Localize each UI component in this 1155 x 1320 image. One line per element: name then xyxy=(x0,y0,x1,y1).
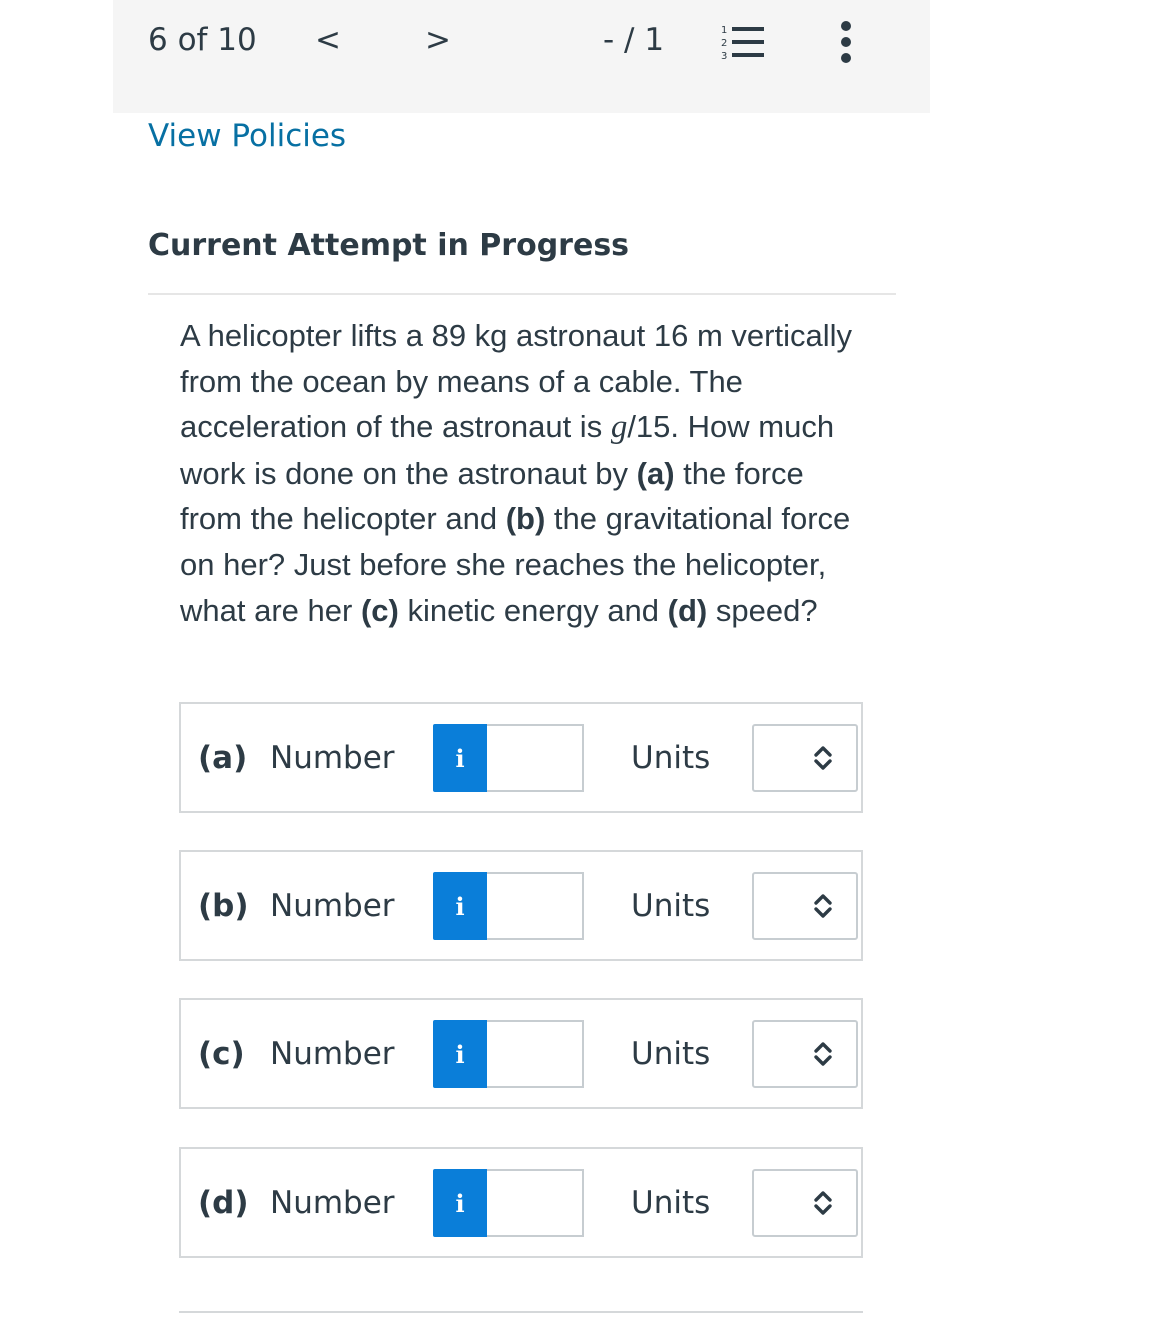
units-select[interactable] xyxy=(752,1169,858,1237)
number-input[interactable] xyxy=(487,1169,584,1237)
number-input[interactable] xyxy=(487,872,584,940)
question-toolbar: 6 of 10 < > - / 1 1 2 3 xyxy=(113,0,930,113)
answer-row-b: (b) Number i Units xyxy=(179,850,863,961)
previous-question-button[interactable]: < xyxy=(315,22,341,58)
number-input[interactable] xyxy=(487,1020,584,1088)
question-text: A helicopter lifts a 89 kg astronaut 16 … xyxy=(180,318,852,628)
divider xyxy=(148,293,896,295)
attempt-status: Current Attempt in Progress xyxy=(148,228,630,263)
part-label: (b) xyxy=(198,888,249,924)
number-input[interactable] xyxy=(487,724,584,792)
part-label: (a) xyxy=(198,740,248,776)
svg-text:1: 1 xyxy=(721,25,727,36)
view-policies-link[interactable]: View Policies xyxy=(148,118,346,154)
svg-text:2: 2 xyxy=(721,38,727,49)
next-section-edge xyxy=(179,1311,863,1320)
answer-row-d: (d) Number i Units xyxy=(179,1147,863,1258)
part-label: (c) xyxy=(198,1036,245,1072)
chevron-up-down-icon xyxy=(814,746,832,770)
answer-row-a: (a) Number i Units xyxy=(179,702,863,813)
units-label: Units xyxy=(631,740,711,776)
units-label: Units xyxy=(631,888,711,924)
answer-row-c: (c) Number i Units xyxy=(179,998,863,1109)
chevron-up-down-icon xyxy=(814,1191,832,1215)
chevron-up-down-icon xyxy=(814,894,832,918)
info-button[interactable]: i xyxy=(433,1169,487,1237)
question-score: - / 1 xyxy=(603,22,665,58)
number-label: Number xyxy=(270,888,395,924)
chevron-up-down-icon xyxy=(814,1042,832,1066)
svg-text:3: 3 xyxy=(721,51,727,62)
units-label: Units xyxy=(631,1036,711,1072)
units-select[interactable] xyxy=(752,872,858,940)
units-label: Units xyxy=(631,1185,711,1221)
info-button[interactable]: i xyxy=(433,872,487,940)
info-button[interactable]: i xyxy=(433,724,487,792)
info-button[interactable]: i xyxy=(433,1020,487,1088)
numbered-list-icon[interactable]: 1 2 3 xyxy=(720,22,766,62)
number-label: Number xyxy=(270,1185,395,1221)
number-label: Number xyxy=(270,1036,395,1072)
units-select[interactable] xyxy=(752,1020,858,1088)
next-question-button[interactable]: > xyxy=(425,22,451,58)
units-select[interactable] xyxy=(752,724,858,792)
part-label: (d) xyxy=(198,1185,249,1221)
vertical-ellipsis-icon[interactable] xyxy=(836,20,856,64)
question-counter: 6 of 10 xyxy=(148,22,257,58)
number-label: Number xyxy=(270,740,395,776)
